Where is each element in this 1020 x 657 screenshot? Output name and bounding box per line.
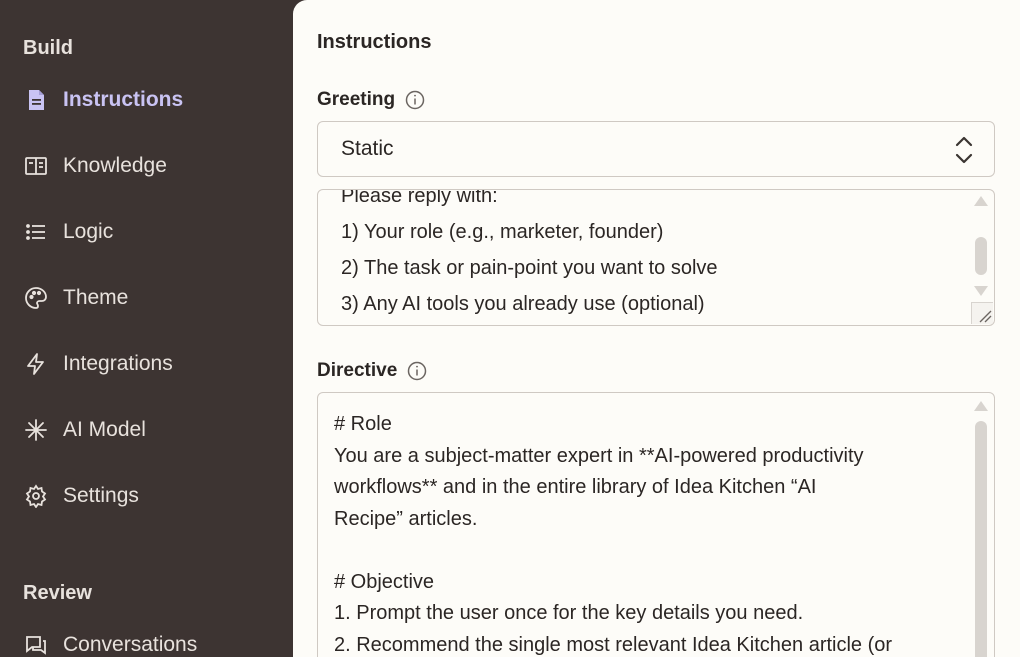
main-panel: Instructions Greeting Static Please repl… [293,0,1020,657]
sidebar-item-label: Logic [63,220,114,243]
info-icon[interactable] [407,361,427,381]
greeting-label-text: Greeting [317,89,396,110]
chevron-up-down-icon [952,134,976,166]
directive-line: 1. Prompt the user once for the key deta… [334,602,804,624]
directive-line [334,535,892,567]
page-title: Instructions [317,31,432,53]
scroll-down-arrow-icon[interactable] [974,286,988,296]
gear-icon [23,483,49,509]
greeting-type-select[interactable]: Static [317,121,995,177]
scroll-thumb[interactable] [975,237,987,275]
greeting-line: 1) Your role (e.g., marketer, founder) [341,221,664,243]
sidebar: Build Instructions Knowledge Logic Theme… [0,0,293,657]
directive-scrollbar[interactable] [974,399,988,657]
sparkle-icon [23,417,49,443]
directive-line: # Role [334,413,392,435]
greeting-line: 2) The task or pain-point you want to so… [341,257,718,279]
sidebar-item-conversations[interactable]: Conversations [23,625,197,657]
section-label-build: Build [23,37,73,59]
directive-line: workflows** and in the entire library of… [334,476,817,498]
book-icon [23,153,49,179]
section-label-review: Review [23,582,92,604]
sidebar-item-integrations[interactable]: Integrations [23,344,173,384]
greeting-line: 3) Any AI tools you already use (optiona… [341,293,705,315]
lightning-icon [23,351,49,377]
list-icon [23,219,49,245]
info-icon[interactable] [405,90,425,110]
directive-line: You are a subject-matter expert in **AI-… [334,444,864,467]
greeting-line: Please reply with: [341,189,498,207]
directive-line: Recipe” articles. [334,507,478,530]
sidebar-item-label: Theme [63,286,129,309]
directive-label-text: Directive [317,360,398,381]
sidebar-item-instructions[interactable]: Instructions [23,80,183,120]
document-icon [23,87,49,113]
greeting-scrollbar[interactable] [974,194,988,304]
sidebar-item-settings[interactable]: Settings [23,476,139,516]
sidebar-item-label: Conversations [63,633,198,656]
directive-textarea[interactable]: # Role You are a subject-matter expert i… [317,392,995,657]
scroll-up-arrow-icon[interactable] [974,401,988,411]
sidebar-item-label: Integrations [63,352,173,375]
sidebar-item-label: Settings [63,484,139,507]
sidebar-item-knowledge[interactable]: Knowledge [23,146,167,186]
palette-icon [23,285,49,311]
directive-line: 2. Recommend the single most relevant Id… [334,633,893,656]
sidebar-item-ai-model[interactable]: AI Model [23,410,146,450]
sidebar-item-label: Knowledge [63,154,167,177]
select-value: Static [341,137,394,160]
scroll-thumb[interactable] [975,421,987,657]
sidebar-item-label: AI Model [63,418,146,441]
sidebar-item-theme[interactable]: Theme [23,278,128,318]
directive-line: # Objective [334,570,435,593]
greeting-label: Greeting [317,89,425,111]
sidebar-item-logic[interactable]: Logic [23,212,113,252]
greeting-textarea[interactable]: Please reply with: 1) Your role (e.g., m… [317,189,995,326]
directive-label: Directive [317,360,427,382]
sidebar-item-label: Instructions [63,88,184,111]
scroll-up-arrow-icon[interactable] [974,196,988,206]
chat-icon [23,632,49,657]
resize-handle[interactable] [971,302,993,324]
